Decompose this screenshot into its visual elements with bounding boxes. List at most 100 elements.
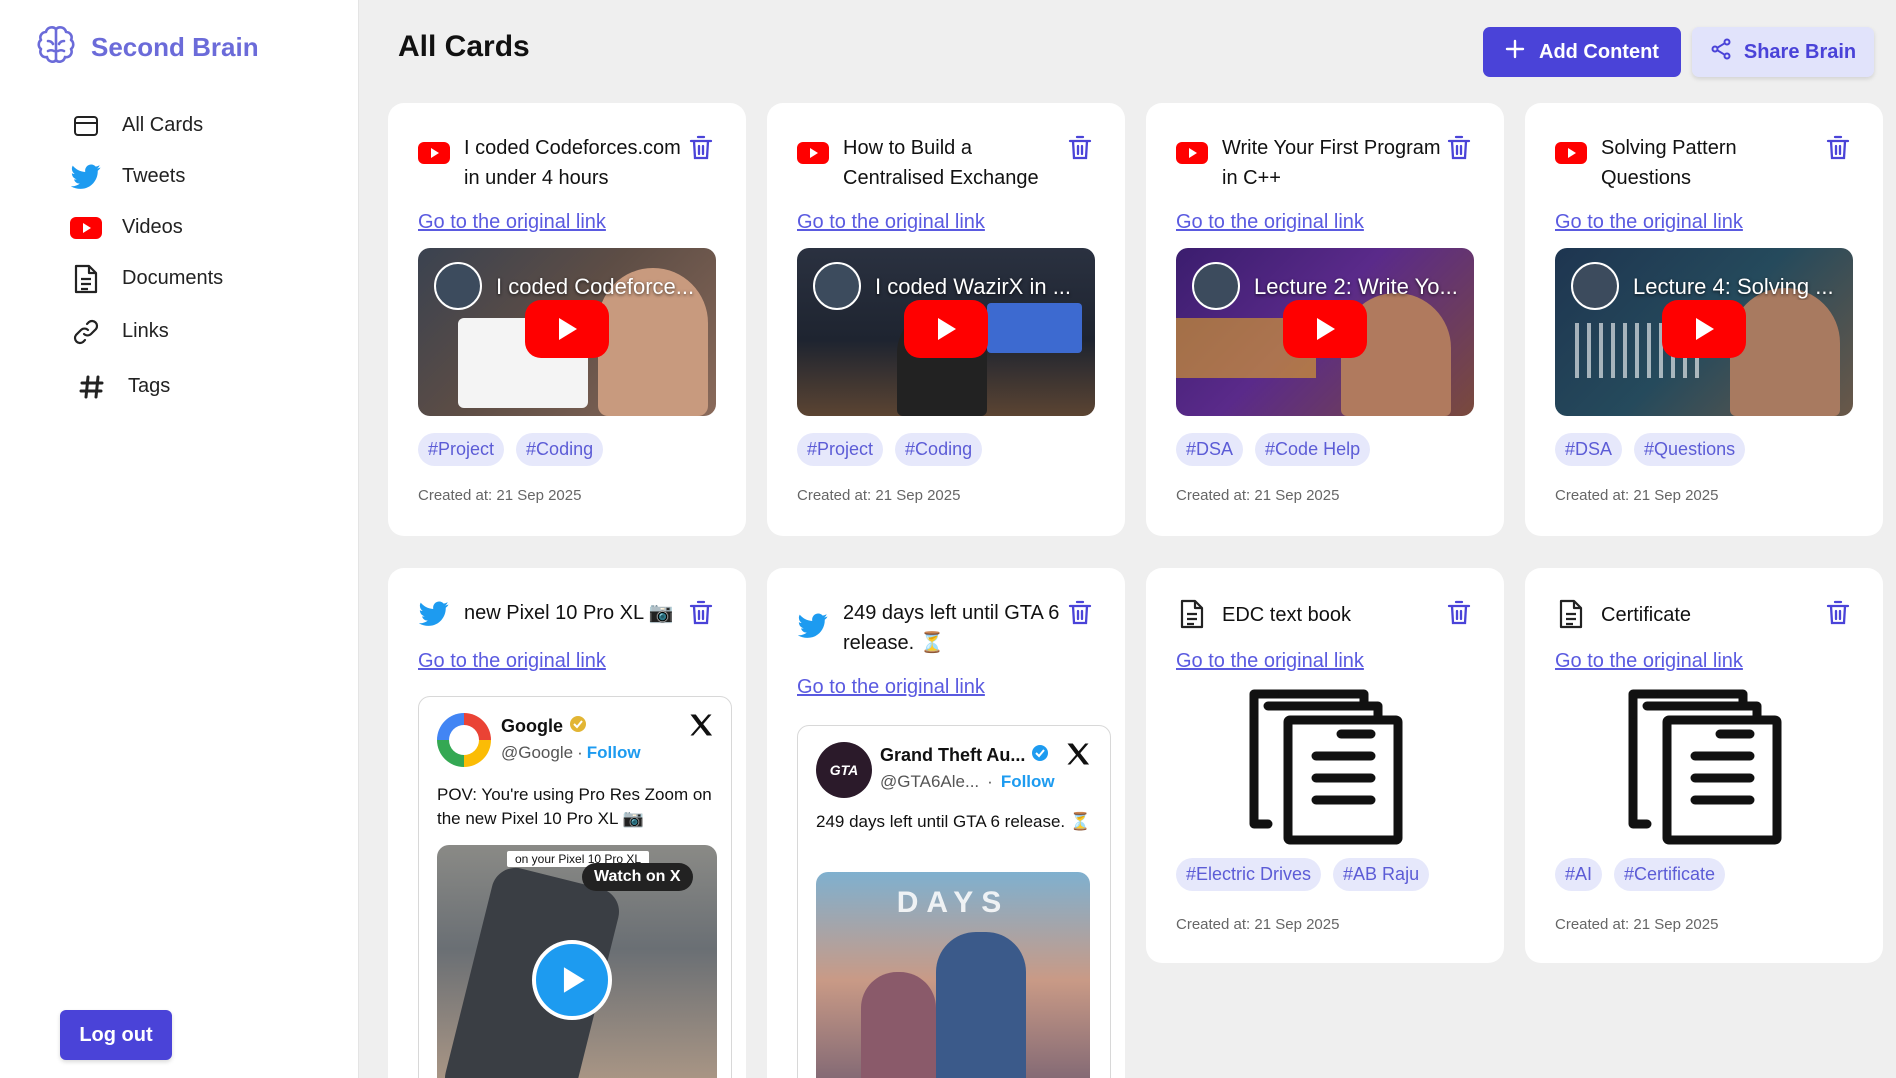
sidebar-item-all-cards[interactable]: All Cards [70,100,223,151]
thumbnail-title: Lecture 4: Solving ... [1633,274,1834,299]
trash-icon[interactable] [1444,133,1474,163]
tag-chip[interactable]: #Code Help [1255,433,1371,466]
tag-chip[interactable]: #Electric Drives [1176,858,1322,891]
video-thumbnail[interactable]: I coded WazirX in ... [797,248,1095,416]
brain-icon [35,24,77,71]
add-content-label: Add Content [1539,40,1659,63]
original-link[interactable]: Go to the original link [1176,650,1364,673]
follow-link[interactable]: Follow [587,743,641,763]
channel-avatar [1192,262,1240,310]
sidebar-item-documents[interactable]: Documents [70,253,223,304]
tag-chip[interactable]: #DSA [1555,433,1623,466]
video-card: I coded Codeforces.com in under 4 hours … [388,103,746,536]
channel-avatar [434,262,482,310]
created-date: Created at: 21 Sep 2025 [418,487,582,504]
tag-chip[interactable]: #Project [418,433,505,466]
card-title: How to Build a Centralised Exchange [843,137,1039,189]
document-icon [70,263,102,295]
original-link[interactable]: Go to the original link [418,650,606,673]
original-link[interactable]: Go to the original link [418,211,606,234]
tag-chip[interactable]: #Coding [516,433,604,466]
add-content-button[interactable]: Add Content [1483,27,1681,77]
tag-chip[interactable]: #AI [1555,858,1603,891]
documents-icon[interactable] [1246,686,1404,851]
x-logo-icon[interactable] [687,711,717,741]
original-link[interactable]: Go to the original link [1176,211,1364,234]
created-date: Created at: 21 Sep 2025 [1555,487,1719,504]
embedded-tweet[interactable]: GTA Grand Theft Au... @GTA6Ale... · Foll… [797,725,1111,1078]
youtube-icon [1555,137,1587,169]
media-caption: DAYS [896,886,1010,919]
tweet-card: 249 days left until GTA 6 release. ⏳ Go … [767,568,1125,1078]
created-date: Created at: 21 Sep 2025 [1176,916,1340,933]
tag-chip[interactable]: #DSA [1176,433,1244,466]
trash-icon[interactable] [1823,598,1853,628]
embedded-tweet[interactable]: Google @Google · Follow POV: You're usin… [418,696,732,1078]
brand-name: Second Brain [91,32,259,62]
trash-icon[interactable] [686,598,716,628]
thumbnail-person [1730,288,1840,416]
play-icon[interactable] [525,300,609,358]
original-link[interactable]: Go to the original link [1555,211,1743,234]
follow-link[interactable]: Follow [1001,772,1055,792]
verified-badge-icon [1031,744,1049,767]
trash-icon[interactable] [1444,598,1474,628]
trash-icon[interactable] [1823,133,1853,163]
sidebar-item-videos[interactable]: Videos [70,202,223,253]
tag-chip[interactable]: #Project [797,433,884,466]
tweet-media[interactable]: on your Pixel 10 Pro XL Watch on X [437,845,717,1078]
original-link[interactable]: Go to the original link [1555,650,1743,673]
created-date: Created at: 21 Sep 2025 [797,487,961,504]
share-icon [1710,38,1732,66]
channel-avatar [1571,262,1619,310]
youtube-icon [70,212,102,244]
page-title: All Cards [398,30,530,63]
sidebar-item-label: All Cards [122,114,204,136]
tag-chip[interactable]: #Certificate [1614,858,1726,891]
documents-icon[interactable] [1625,686,1783,851]
card-title: EDC text book [1222,604,1351,626]
tag-chip[interactable]: #Coding [895,433,983,466]
thumbnail-logo [987,303,1082,353]
twitter-icon [797,610,829,642]
trash-icon[interactable] [1065,133,1095,163]
card-title: Certificate [1601,604,1692,626]
card-title: 249 days left until GTA 6 release. ⏳ [843,602,1060,654]
plus-icon [1505,39,1525,65]
x-logo-icon[interactable] [1064,740,1094,770]
sidebar-item-links[interactable]: Links [70,304,223,359]
video-thumbnail[interactable]: Lecture 2: Write Yo... [1176,248,1474,416]
original-link[interactable]: Go to the original link [797,211,985,234]
watch-on-x-button[interactable]: Watch on X [582,863,693,891]
video-card: Solving Pattern Questions Go to the orig… [1525,103,1883,536]
play-icon[interactable] [904,300,988,358]
video-thumbnail[interactable]: Lecture 4: Solving ... [1555,248,1853,416]
brand[interactable]: Second Brain [35,24,259,71]
sidebar-item-tags[interactable]: Tags [70,359,223,414]
thumbnail-title: Lecture 2: Write Yo... [1254,274,1458,299]
original-link[interactable]: Go to the original link [797,676,985,699]
sidebar-item-label: Tags [128,375,171,397]
trash-icon[interactable] [1065,598,1095,628]
play-icon[interactable] [1283,300,1367,358]
sidebar-item-tweets[interactable]: Tweets [70,151,223,202]
twitter-icon [70,161,102,193]
separator-dot: · [577,743,583,762]
share-brain-button[interactable]: Share Brain [1692,27,1874,77]
card-title: I coded Codeforces.com in under 4 hours [464,137,681,189]
trash-icon[interactable] [686,133,716,163]
tweet-media[interactable]: DAYS [816,872,1090,1078]
link-icon [70,316,102,348]
sidebar-item-label: Links [122,320,169,342]
play-icon[interactable] [1662,300,1746,358]
document-icon [1176,598,1208,630]
thumbnail-title: I coded Codeforce... [496,274,695,299]
google-logo-icon [437,713,491,767]
tag-chip[interactable]: #AB Raju [1333,858,1430,891]
sidebar-item-label: Videos [122,216,183,238]
video-thumbnail[interactable]: I coded Codeforce... [418,248,716,416]
logout-button[interactable]: Log out [60,1010,172,1060]
tag-chip[interactable]: #Questions [1634,433,1746,466]
document-icon [1555,598,1587,630]
play-icon[interactable] [532,940,612,1020]
